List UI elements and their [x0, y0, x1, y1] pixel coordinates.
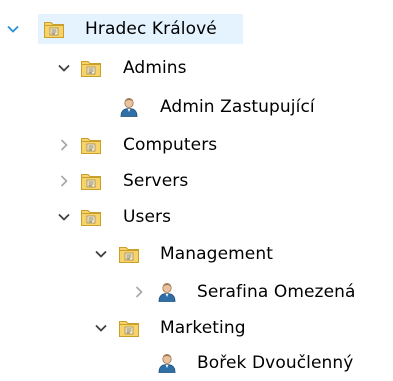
chevron-down-icon[interactable]	[55, 208, 73, 226]
tree-node-label: Admins	[123, 58, 187, 78]
tree-node-label: Users	[123, 207, 172, 227]
folder-ou-icon	[80, 57, 102, 79]
folder-ou-icon	[118, 317, 140, 339]
directory-tree: Hradec Králové Admins Admin Zastupující …	[0, 0, 393, 373]
tree-node-label: Marketing	[160, 318, 246, 338]
tree-node-label: Management	[160, 244, 273, 264]
folder-ou-icon	[43, 18, 65, 40]
folder-ou-icon	[118, 243, 140, 265]
chevron-down-icon[interactable]	[92, 245, 110, 263]
chevron-right-icon[interactable]	[55, 172, 73, 190]
tree-node-label: Serafina Omezená	[197, 282, 356, 302]
tree-node-hradec-kralove[interactable]: Hradec Králové	[0, 11, 393, 47]
tree-node-label: Bořek Dvoučlenný	[197, 353, 354, 373]
tree-node-label: Servers	[123, 171, 189, 191]
tree-node-users[interactable]: Users	[0, 199, 393, 235]
tree-node-borek-dvouclenny[interactable]: Bořek Dvoučlenný	[0, 345, 393, 381]
tree-node-admin-zastupujici[interactable]: Admin Zastupující	[0, 89, 393, 125]
folder-ou-icon	[80, 170, 102, 192]
chevron-down-icon[interactable]	[92, 319, 110, 337]
chevron-down-icon[interactable]	[4, 20, 22, 38]
user-icon	[118, 96, 140, 118]
chevron-down-icon[interactable]	[55, 59, 73, 77]
tree-node-computers[interactable]: Computers	[0, 127, 393, 163]
tree-node-label: Admin Zastupující	[160, 97, 315, 117]
tree-node-label: Hradec Králové	[85, 19, 217, 39]
tree-node-marketing[interactable]: Marketing	[0, 310, 393, 346]
user-icon	[156, 281, 178, 303]
chevron-right-icon[interactable]	[130, 283, 148, 301]
chevron-right-icon[interactable]	[55, 136, 73, 154]
tree-node-servers[interactable]: Servers	[0, 163, 393, 199]
folder-ou-icon	[80, 206, 102, 228]
tree-node-serafina-omezena[interactable]: Serafina Omezená	[0, 274, 393, 310]
tree-node-admins[interactable]: Admins	[0, 50, 393, 86]
folder-ou-icon	[80, 134, 102, 156]
user-icon	[156, 352, 178, 374]
tree-node-label: Computers	[123, 135, 218, 155]
tree-node-management[interactable]: Management	[0, 236, 393, 272]
